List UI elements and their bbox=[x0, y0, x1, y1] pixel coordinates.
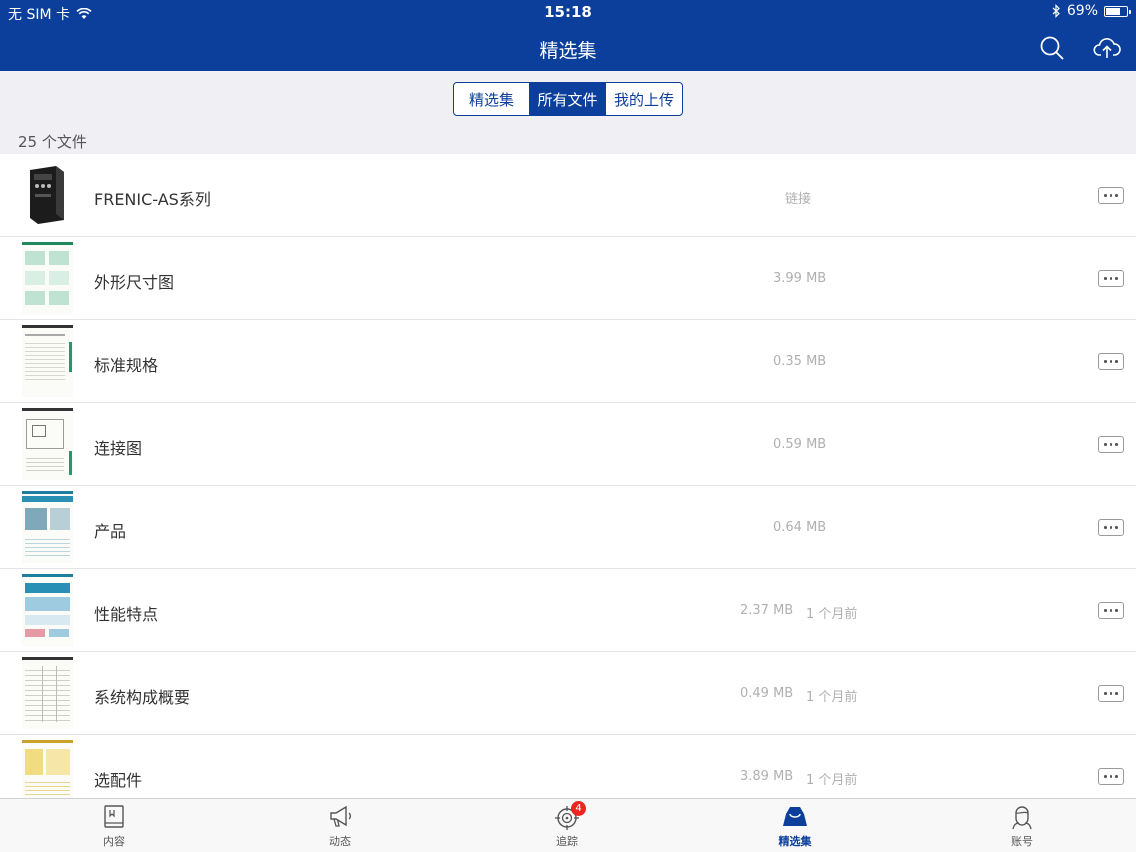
file-row[interactable]: 性能特点 2.37 MB 1 个月前 bbox=[0, 569, 1136, 652]
segment-all-files[interactable]: 所有文件 bbox=[530, 83, 606, 115]
file-name: 外形尺寸图 bbox=[94, 273, 175, 292]
tab-content[interactable]: 内容 bbox=[74, 799, 154, 852]
nav-header: 无 SIM 卡 15:18 69% 精选集 bbox=[0, 0, 1136, 71]
battery-icon bbox=[1104, 5, 1131, 17]
cloud-upload-icon[interactable] bbox=[1093, 34, 1121, 62]
battery-percent: 69% bbox=[1066, 3, 1098, 19]
tab-label: 账号 bbox=[1011, 835, 1033, 848]
tab-tracking[interactable]: 4 追踪 bbox=[527, 799, 607, 852]
file-name: 系统构成概要 bbox=[94, 688, 191, 707]
document-thumbnail bbox=[22, 325, 73, 397]
file-row[interactable]: 标准规格 0.35 MB bbox=[0, 320, 1136, 403]
collection-icon bbox=[783, 807, 807, 826]
file-date: 1 个月前 bbox=[806, 690, 858, 705]
file-size: 0.59 MB bbox=[773, 437, 827, 452]
more-options-button[interactable] bbox=[1098, 187, 1124, 204]
file-count: 25 个文件 bbox=[18, 133, 87, 151]
tab-label: 动态 bbox=[329, 835, 351, 848]
tab-account[interactable]: 账号 bbox=[982, 799, 1062, 852]
product-thumbnail bbox=[30, 166, 64, 224]
tab-label: 内容 bbox=[103, 835, 125, 848]
file-size: 0.49 MB bbox=[740, 686, 794, 701]
file-row[interactable]: 外形尺寸图 3.99 MB bbox=[0, 237, 1136, 320]
file-list: FRENIC-AS系列 链接 外形尺寸图 3.99 MB 标准规格 0.35 M… bbox=[0, 154, 1136, 798]
file-row[interactable]: 系统构成概要 0.49 MB 1 个月前 bbox=[0, 652, 1136, 735]
file-name: 性能特点 bbox=[94, 605, 159, 624]
file-row[interactable]: 连接图 0.59 MB bbox=[0, 403, 1136, 486]
more-options-button[interactable] bbox=[1098, 768, 1124, 785]
more-options-button[interactable] bbox=[1098, 519, 1124, 536]
tab-label: 追踪 bbox=[556, 835, 578, 848]
file-date: 1 个月前 bbox=[806, 607, 858, 622]
document-thumbnail bbox=[22, 242, 73, 314]
file-size: 2.37 MB bbox=[740, 603, 794, 618]
file-size: 0.35 MB bbox=[773, 354, 827, 369]
more-options-button[interactable] bbox=[1098, 685, 1124, 702]
status-right: 69% bbox=[1052, 3, 1131, 19]
bluetooth-icon bbox=[1052, 4, 1060, 18]
search-icon[interactable] bbox=[1038, 34, 1066, 62]
file-name: 标准规格 bbox=[94, 356, 159, 375]
document-thumbnail bbox=[22, 740, 73, 798]
user-icon bbox=[1012, 806, 1032, 830]
file-name: 选配件 bbox=[94, 771, 143, 790]
megaphone-icon bbox=[330, 805, 351, 827]
more-options-button[interactable] bbox=[1098, 436, 1124, 453]
tab-bar: 内容 动态 4 追踪 精选集 账号 bbox=[0, 798, 1136, 852]
file-row[interactable]: 产品 0.64 MB bbox=[0, 486, 1136, 569]
file-date: 1 个月前 bbox=[806, 773, 858, 788]
status-bar: 无 SIM 卡 15:18 69% bbox=[0, 0, 1136, 24]
more-options-button[interactable] bbox=[1098, 270, 1124, 287]
document-thumbnail bbox=[22, 657, 73, 729]
document-thumbnail bbox=[22, 574, 73, 646]
document-thumbnail bbox=[22, 491, 73, 563]
tab-activity[interactable]: 动态 bbox=[300, 799, 380, 852]
status-time: 15:18 bbox=[544, 3, 592, 21]
tab-collections[interactable]: 精选集 bbox=[755, 799, 835, 852]
file-row[interactable]: FRENIC-AS系列 链接 bbox=[0, 154, 1136, 237]
file-size: 3.99 MB bbox=[773, 271, 827, 286]
segment-featured[interactable]: 精选集 bbox=[454, 83, 530, 115]
file-row[interactable]: 选配件 3.89 MB 1 个月前 bbox=[0, 735, 1136, 798]
tab-label: 精选集 bbox=[778, 835, 812, 848]
segment-my-uploads[interactable]: 我的上传 bbox=[606, 83, 682, 115]
file-size: 3.89 MB bbox=[740, 769, 794, 784]
file-name: 连接图 bbox=[94, 439, 143, 458]
document-thumbnail bbox=[22, 408, 73, 480]
page-title: 精选集 bbox=[539, 40, 597, 62]
file-filter-segment: 精选集 所有文件 我的上传 bbox=[453, 82, 683, 116]
file-name: FRENIC-AS系列 bbox=[94, 190, 211, 209]
file-size: 链接 bbox=[785, 192, 812, 207]
more-options-button[interactable] bbox=[1098, 602, 1124, 619]
book-icon bbox=[104, 805, 124, 828]
notification-badge: 4 bbox=[571, 801, 586, 816]
more-options-button[interactable] bbox=[1098, 353, 1124, 370]
file-size: 0.64 MB bbox=[773, 520, 827, 535]
file-name: 产品 bbox=[94, 522, 127, 541]
